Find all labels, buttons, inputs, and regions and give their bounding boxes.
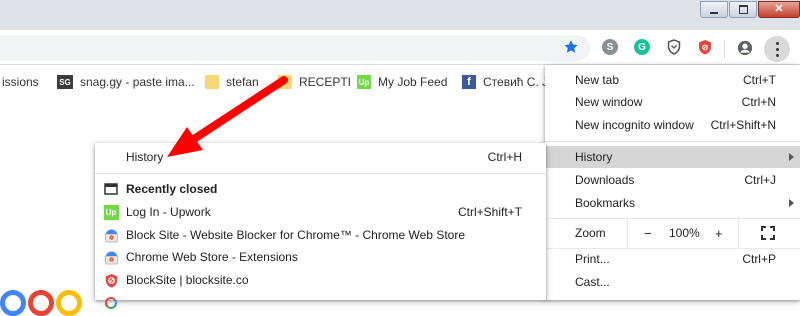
zoom-divider — [627, 218, 628, 248]
upwork-icon: Up — [103, 204, 119, 220]
menu-label: Cast... — [575, 275, 610, 289]
menu-label: Recently closed — [126, 182, 218, 196]
menu-item-cast[interactable]: Cast... — [545, 271, 800, 293]
bookmark-label: issions — [2, 75, 39, 89]
google-icon — [103, 295, 119, 311]
title-bar: ✕ — [0, 0, 800, 30]
window-controls: ✕ — [699, 1, 800, 18]
menu-item-history[interactable]: History — [545, 146, 800, 168]
menu-label: New window — [575, 95, 643, 109]
star-icon[interactable] — [563, 39, 579, 55]
bookmark-item[interactable]: stefan — [205, 74, 259, 90]
bookmark-item[interactable]: SG snag.gy - paste ima... — [57, 74, 195, 90]
history-submenu: History Ctrl+H Recently closed Up Log In… — [95, 143, 546, 309]
menu-shortcut: Ctrl+H — [487, 150, 522, 164]
recent-item[interactable]: Up Log In - Upwork Ctrl+Shift+T — [95, 201, 546, 223]
bookmark-label: My Job Feed — [378, 75, 448, 89]
recent-item-partial[interactable] — [95, 292, 546, 314]
menu-separator — [95, 173, 546, 174]
toolbar-divider — [724, 40, 725, 58]
facebook-icon: f — [462, 75, 476, 89]
menu-shortcut: Ctrl+P — [742, 252, 776, 266]
folder-icon — [278, 75, 292, 89]
zoom-level: 100% — [669, 226, 700, 240]
zoom-in-button[interactable]: + — [715, 226, 723, 241]
menu-label: Block Site - Website Blocker for Chrome™… — [126, 228, 465, 242]
bookmark-item[interactable]: issions — [2, 74, 39, 90]
grammarly-icon[interactable]: G — [634, 39, 650, 55]
menu-label: History — [126, 150, 164, 164]
restore-button[interactable] — [729, 1, 757, 18]
blocksite-icon — [103, 272, 119, 288]
zoom-divider — [738, 218, 739, 248]
shield-icon[interactable] — [666, 39, 682, 55]
menu-shortcut: Ctrl+N — [741, 95, 776, 109]
restore-icon — [738, 5, 748, 14]
folder-icon — [205, 75, 219, 89]
menu-label: Print... — [575, 252, 610, 266]
close-icon: ✕ — [774, 3, 784, 15]
bookmark-label: RECEPTI — [299, 75, 352, 89]
blocksite-icon[interactable]: ⊘ — [697, 39, 713, 55]
logo-fragment — [0, 290, 26, 316]
menu-label: New tab — [575, 73, 620, 87]
menu-label: New incognito window — [575, 118, 694, 132]
menu-label: BlockSite | blocksite.co — [126, 273, 249, 287]
chrome-web-store-icon — [103, 249, 119, 265]
bookmark-item[interactable]: f Стевић С. Ј — [462, 74, 548, 90]
account-icon[interactable] — [737, 40, 753, 56]
minimize-button[interactable] — [700, 1, 728, 18]
chrome-web-store-icon — [103, 227, 119, 243]
submenu-arrow-icon — [789, 153, 794, 161]
skype-icon[interactable]: S — [602, 39, 618, 55]
menu-label: Downloads — [575, 173, 635, 187]
tab-icon — [103, 181, 119, 197]
menu-label: History — [575, 150, 613, 164]
submenu-arrow-icon — [789, 199, 794, 207]
menu-item-print[interactable]: Print... Ctrl+P — [545, 248, 800, 270]
address-bar[interactable] — [0, 35, 590, 61]
kebab-menu-icon[interactable] — [764, 36, 790, 62]
recent-item[interactable]: Block Site - Website Blocker for Chrome™… — [95, 224, 546, 246]
bookmark-label: snag.gy - paste ima... — [80, 75, 195, 89]
menu-item-new-window[interactable]: New window Ctrl+N — [545, 91, 800, 113]
menu-label: Bookmarks — [575, 196, 636, 210]
menu-item-bookmarks[interactable]: Bookmarks — [545, 192, 800, 214]
bookmark-item[interactable]: RECEPTI — [278, 74, 351, 90]
submenu-item-history[interactable]: History Ctrl+H — [95, 146, 546, 168]
upwork-icon: Up — [357, 75, 371, 89]
zoom-label: Zoom — [575, 226, 606, 240]
menu-shortcut: Ctrl+J — [744, 173, 776, 187]
recent-item[interactable]: Chrome Web Store - Extensions — [95, 246, 546, 268]
menu-label: Log In - Upwork — [126, 205, 211, 219]
menu-separator — [545, 141, 800, 142]
menu-item-downloads[interactable]: Downloads Ctrl+J — [545, 169, 800, 191]
menu-shortcut: Ctrl+T — [743, 73, 776, 87]
menu-shortcut: Ctrl+Shift+N — [710, 118, 776, 132]
close-window-button[interactable]: ✕ — [758, 1, 800, 18]
logo-fragment — [28, 290, 54, 316]
svg-text:⊘: ⊘ — [702, 43, 709, 52]
menu-item-new-incognito[interactable]: New incognito window Ctrl+Shift+N — [545, 114, 800, 136]
zoom-row: Zoom − 100% + — [545, 218, 800, 248]
menu-shortcut: Ctrl+Shift+T — [457, 205, 522, 219]
zoom-out-button[interactable]: − — [644, 226, 652, 241]
recent-item[interactable]: BlockSite | blocksite.co — [95, 269, 546, 291]
fullscreen-icon[interactable] — [761, 226, 775, 240]
chrome-main-menu: New tab Ctrl+T New window Ctrl+N New inc… — [545, 65, 800, 300]
menu-item-new-tab[interactable]: New tab Ctrl+T — [545, 69, 800, 91]
menu-label: Chrome Web Store - Extensions — [126, 250, 298, 264]
sg-icon: SG — [57, 75, 73, 89]
minimize-icon — [710, 11, 718, 14]
bookmark-label: Стевић С. Ј — [483, 75, 549, 89]
bookmark-label: stefan — [226, 75, 259, 89]
logo-fragment — [56, 290, 82, 316]
recently-closed-header: Recently closed — [95, 178, 546, 200]
bookmark-item[interactable]: Up My Job Feed — [357, 74, 447, 90]
